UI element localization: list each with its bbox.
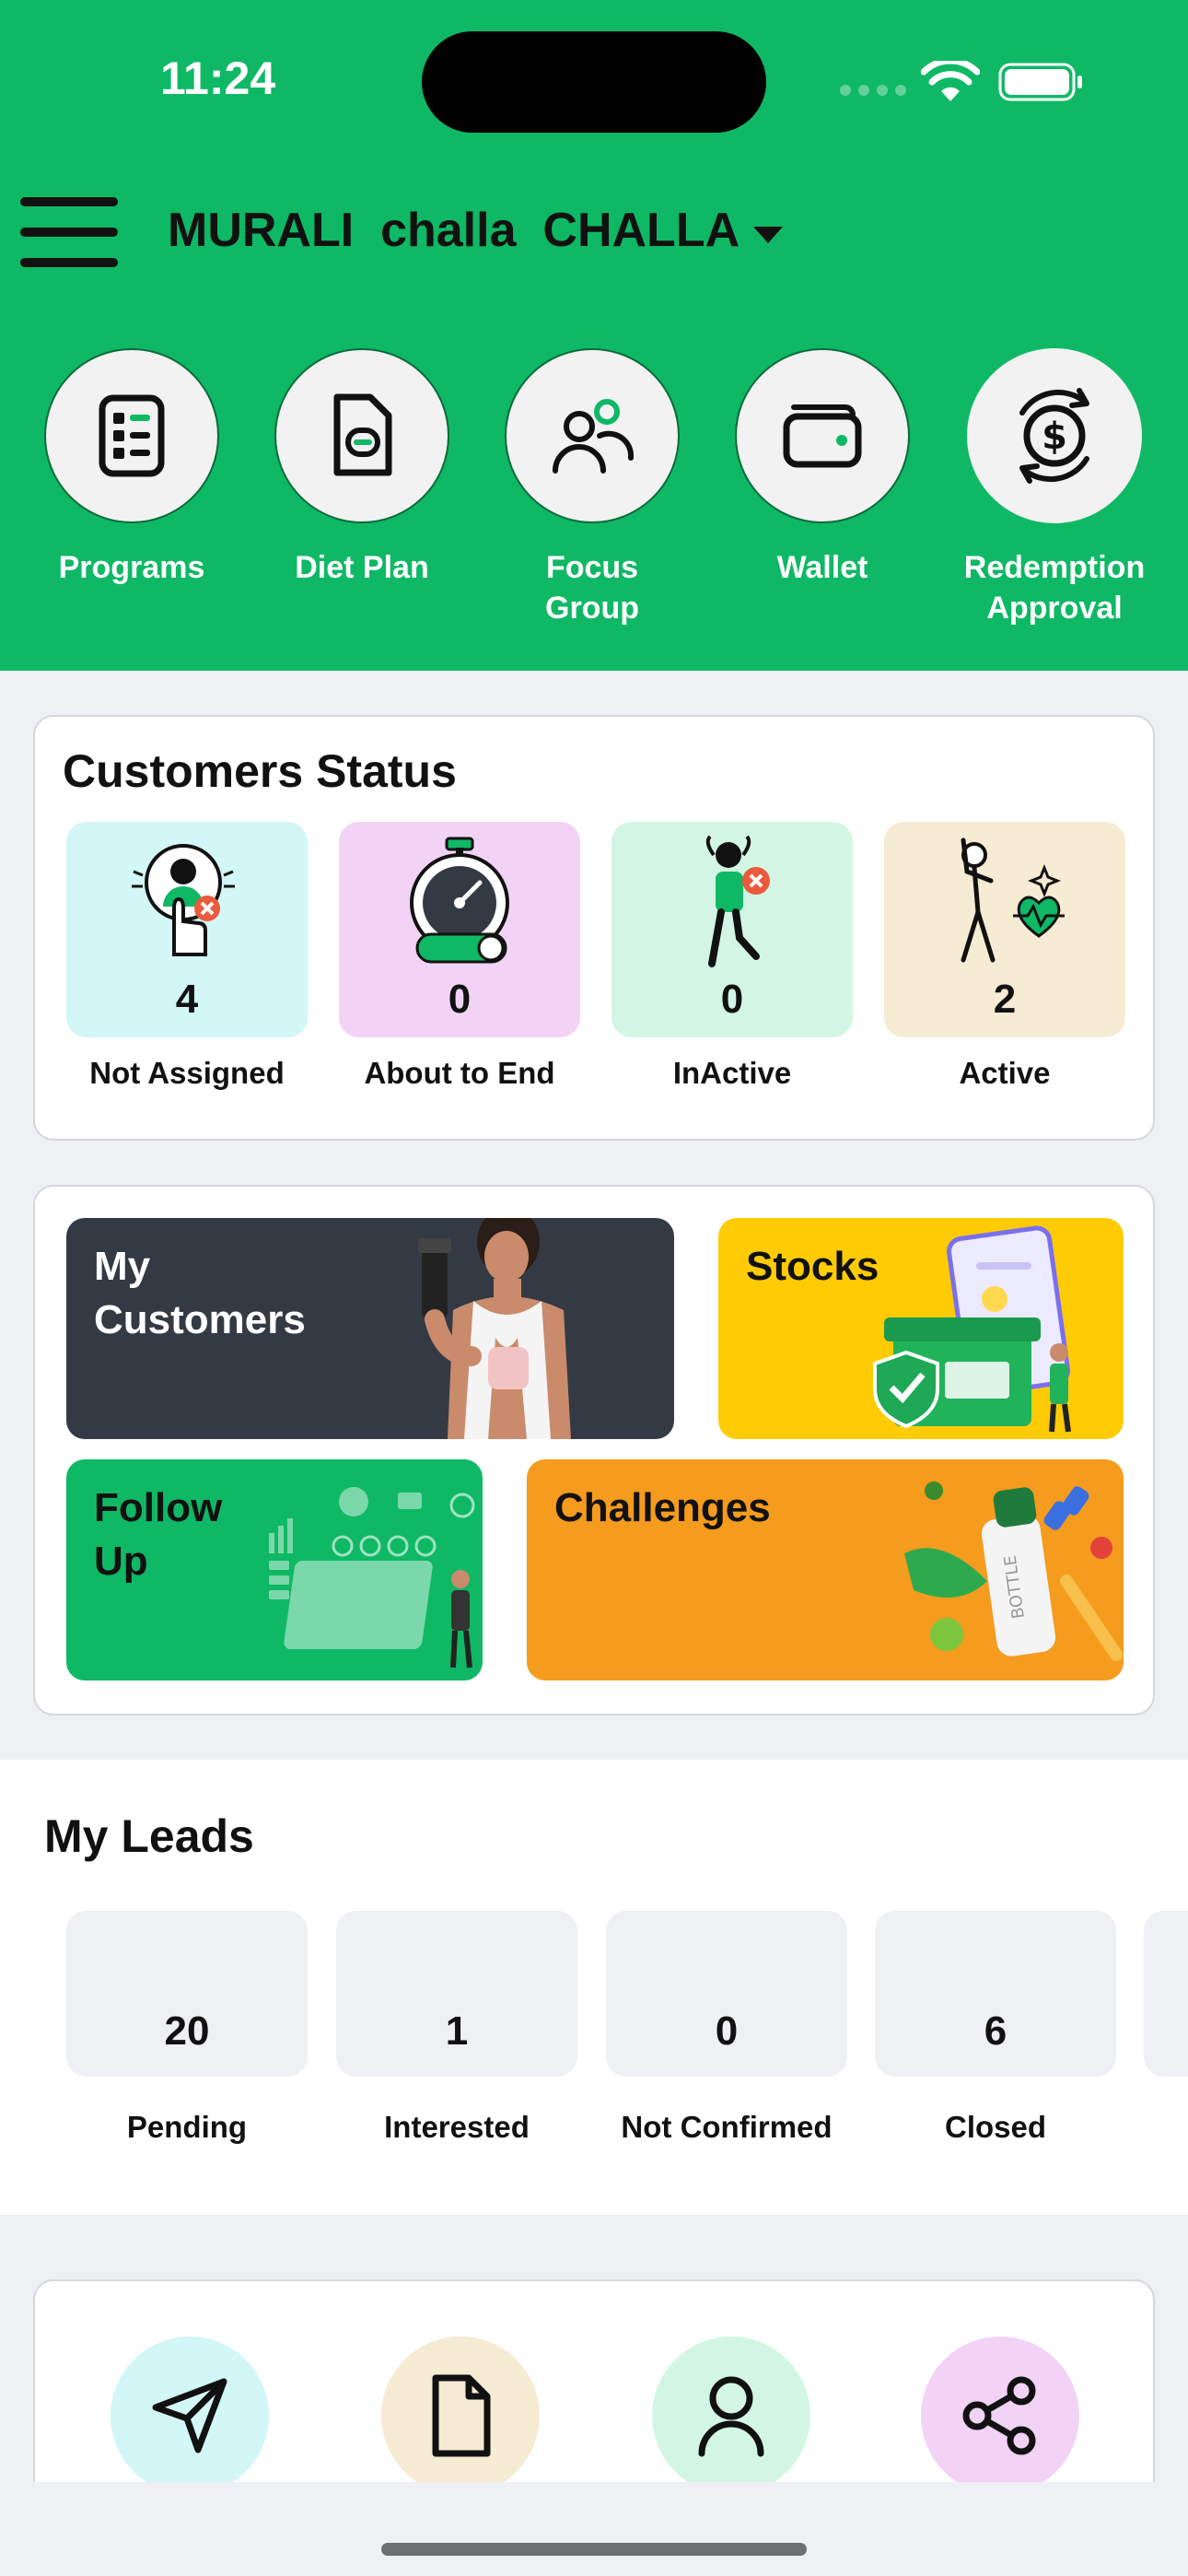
shortcut-programs[interactable]: Programs [17, 348, 247, 588]
lead-label: Not Confirmed [621, 2110, 833, 2144]
home-indicator[interactable] [381, 2543, 807, 2556]
fitness-woman-illustration [418, 1218, 571, 1439]
status-value: 0 [720, 977, 744, 1022]
dollar-cycle-icon: $ [1019, 388, 1089, 484]
bottom-bar [0, 2482, 1188, 2576]
battery-icon [998, 63, 1082, 101]
calendar-illustration [269, 1487, 475, 1669]
stopwatch-icon [410, 837, 509, 964]
lead-label: Closed [944, 2110, 1047, 2144]
wallet-icon [783, 404, 862, 468]
follow-up-tile[interactable]: Follow Up [66, 1459, 483, 1680]
status-value: 0 [448, 977, 472, 1022]
person-icon [698, 2376, 764, 2457]
shortcut-label: Wallet [776, 550, 868, 585]
shortcut-focus-group[interactable]: Focus Group [477, 348, 707, 628]
document-icon [333, 393, 392, 476]
status-value: 2 [993, 977, 1017, 1022]
status-label: InActive [672, 1056, 792, 1090]
group-icon [553, 399, 635, 474]
lead-value: 1 [445, 2008, 469, 2054]
active-person-icon [961, 837, 1065, 963]
shortcut-circle [44, 348, 219, 523]
file-icon [432, 2374, 491, 2457]
customers-status-card: Customers Status 4 0 0 2 Not Assigned Ab… [33, 715, 1155, 1141]
lead-box-interested[interactable]: 1 [336, 1911, 577, 2077]
share-button[interactable] [921, 2336, 1079, 2495]
wifi-icon [921, 61, 980, 101]
my-leads-section: My Leads 20 1 0 6 Pending Interested Not… [0, 1760, 1188, 2215]
my-customers-label: My Customers [94, 1244, 306, 1342]
shortcut-label: Focus Group [545, 550, 639, 626]
status-value: 4 [175, 977, 199, 1022]
send-button[interactable] [111, 2336, 269, 2495]
lead-box-not-confirmed[interactable]: 0 [606, 1911, 847, 2077]
menu-button[interactable] [20, 197, 120, 267]
inventory-illustration [873, 1225, 1071, 1433]
fitness-bottle-illustration: BOTTLE [904, 1481, 1123, 1661]
program-list-icon [99, 394, 165, 477]
customers-status-title: Customers Status [63, 745, 457, 797]
shortcut-wallet[interactable]: Wallet [707, 348, 938, 588]
app-header: 11:24 MURALI challa CHALLA Programs Diet… [0, 0, 1188, 671]
inactive-person-icon [705, 835, 770, 967]
challenges-label: Challenges [554, 1485, 771, 1530]
lead-value: 6 [984, 2008, 1007, 2054]
lead-box-next-peek[interactable] [1144, 1911, 1188, 2077]
status-label: Active [959, 1056, 1051, 1090]
shortcut-circle: $ [967, 348, 1142, 523]
feature-card: My Customers Stocks Follow Up Challenges… [33, 1185, 1155, 1715]
stocks-tile[interactable]: Stocks [718, 1218, 1124, 1439]
lead-box-closed[interactable]: 6 [875, 1911, 1116, 2077]
lead-value: 20 [164, 2008, 210, 2054]
lead-value: 0 [715, 2008, 739, 2054]
follow-up-label: Follow Up [94, 1485, 223, 1584]
shortcut-label: Programs [58, 550, 205, 585]
send-icon [152, 2378, 227, 2453]
shortcut-circle [274, 348, 449, 523]
profile-button[interactable] [652, 2336, 810, 2495]
my-leads-title: My Leads [44, 1810, 254, 1862]
lead-label: Pending [126, 2110, 248, 2144]
shortcut-diet-plan[interactable]: Diet Plan [247, 348, 477, 588]
user-name-dropdown[interactable]: MURALI challa CHALLA [168, 203, 740, 258]
status-tile-not-assigned[interactable]: 4 [66, 822, 308, 1037]
status-label: Not Assigned [89, 1056, 285, 1090]
shortcut-bar: Programs Diet Plan Focus Group Wallet $ … [0, 348, 1188, 643]
status-label: About to End [364, 1056, 555, 1090]
svg-text:$: $ [1042, 416, 1067, 458]
share-icon [962, 2376, 1036, 2455]
lead-label: Interested [384, 2110, 530, 2144]
shortcut-label: Diet Plan [295, 550, 429, 585]
tap-user-icon [132, 844, 235, 956]
chevron-down-icon[interactable] [753, 227, 783, 243]
shortcut-circle [505, 348, 680, 523]
status-tile-active[interactable]: 2 [884, 822, 1125, 1037]
shortcut-redemption-approval[interactable]: $ Redemption Approval [939, 348, 1170, 628]
status-tile-about-to-end[interactable]: 0 [339, 822, 580, 1037]
status-time: 11:24 [160, 53, 276, 104]
cellular-signal-icon [840, 85, 906, 96]
shortcut-circle [735, 348, 910, 523]
file-button[interactable] [381, 2336, 540, 2495]
challenges-tile[interactable]: Challenges BOTTLE [527, 1459, 1124, 1680]
dynamic-island [422, 31, 766, 133]
my-customers-tile[interactable]: My Customers [66, 1218, 674, 1439]
shortcut-label: Redemption Approval [963, 550, 1146, 626]
lead-box-pending[interactable]: 20 [66, 1911, 308, 2077]
status-tile-inactive[interactable]: 0 [611, 822, 853, 1037]
